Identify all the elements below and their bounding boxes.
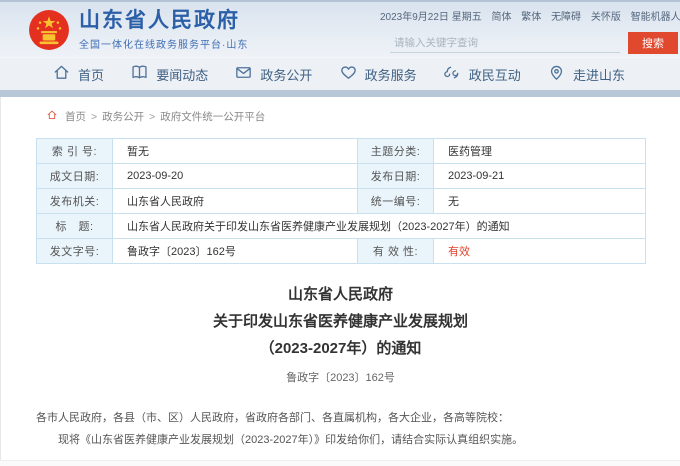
nav-label: 首页	[78, 65, 104, 84]
document-title: 山东省人民政府 关于印发山东省医养健康产业发展规划 （2023-2027年）的通…	[1, 281, 680, 362]
breadcrumb-gov-disclosure[interactable]: 政务公开	[102, 109, 144, 124]
breadcrumb-separator: >	[91, 111, 97, 123]
meta-label-category: 主题分类:	[358, 139, 434, 164]
meta-value-issuing-agency: 山东省人民政府	[113, 189, 358, 214]
page: 山东省人民政府 全国一体化在线政务服务平台·山东 2023年9月22日 星期五 …	[0, 0, 680, 466]
search-input[interactable]	[390, 33, 620, 53]
document-number: 鲁政字〔2023〕162号	[1, 369, 680, 385]
document-title-line2: 关于印发山东省医养健康产业发展规划	[1, 308, 680, 335]
meta-label-doc-number: 发文字号:	[37, 239, 113, 264]
home-icon	[46, 109, 65, 124]
meta-value-written-date: 2023-09-20	[113, 164, 358, 189]
document-title-line3: （2023-2027年）的通知	[1, 335, 680, 362]
breadcrumb-separator: >	[149, 111, 155, 123]
breadcrumb-current: 政府文件统一公开平台	[160, 109, 265, 124]
meta-value-publish-date: 2023-09-21	[434, 164, 646, 189]
site-header: 山东省人民政府 全国一体化在线政务服务平台·山东 2023年9月22日 星期五 …	[0, 0, 680, 57]
nav-item-about-shandong[interactable]: 走进山东	[547, 63, 625, 85]
breadcrumb: 首页 > 政务公开 > 政府文件统一公开平台	[1, 97, 680, 124]
table-row: 成文日期: 2023-09-20 发布日期: 2023-09-21	[37, 164, 646, 189]
search-bar: 搜索	[380, 32, 678, 54]
nav-label: 政务公开	[260, 65, 312, 84]
nav-item-gov-services[interactable]: 政务服务	[339, 63, 417, 85]
top-links: 2023年9月22日 星期五 简体 繁体 无障碍 关怀版 智能机器人 登录 注	[380, 8, 678, 23]
table-row: 索 引 号: 暂无 主题分类: 医药管理	[37, 139, 646, 164]
search-button[interactable]: 搜索	[628, 32, 678, 54]
breadcrumb-home[interactable]: 首页	[65, 109, 86, 124]
document-meta-table: 索 引 号: 暂无 主题分类: 医药管理 成文日期: 2023-09-20 发布…	[36, 138, 646, 264]
link-simplified[interactable]: 简体	[492, 12, 512, 23]
nav-label: 政民互动	[469, 65, 521, 84]
link-care-version[interactable]: 关怀版	[591, 12, 621, 23]
brand-block: 山东省人民政府 全国一体化在线政务服务平台·山东	[79, 9, 248, 51]
meta-value-index: 暂无	[113, 139, 358, 164]
nav-item-gov-disclosure[interactable]: 政务公开	[234, 63, 312, 85]
site-subtitle: 全国一体化在线政务服务平台·山东	[79, 36, 248, 51]
content-area: 首页 > 政务公开 > 政府文件统一公开平台 索 引 号: 暂无 主题分类: 医…	[0, 97, 680, 466]
link-accessibility[interactable]: 无障碍	[551, 12, 581, 23]
meta-label-written-date: 成文日期:	[37, 164, 113, 189]
document-paragraph: 各市人民政府，各县（市、区）人民政府，省政府各部门、各直属机构，各大企业，各高等…	[36, 407, 645, 429]
nav-separator	[0, 90, 680, 97]
nav-item-news[interactable]: 要闻动态	[130, 63, 208, 85]
site-title: 山东省人民政府	[79, 9, 248, 33]
mail-icon	[234, 63, 260, 85]
table-row: 发布机关: 山东省人民政府 统一编号: 无	[37, 189, 646, 214]
link-traditional[interactable]: 繁体	[521, 12, 541, 23]
link-chatbot[interactable]: 智能机器人	[631, 12, 680, 23]
nav-label: 走进山东	[573, 65, 625, 84]
table-row: 标 题: 山东省人民政府关于印发山东省医养健康产业发展规划（2023-2027年…	[37, 214, 646, 239]
meta-value-unified-number: 无	[434, 189, 646, 214]
meta-value-doc-number: 鲁政字〔2023〕162号	[113, 239, 358, 264]
home-icon	[52, 63, 78, 85]
nav-item-interaction[interactable]: 政民互动	[443, 63, 521, 85]
meta-label-unified-number: 统一编号:	[358, 189, 434, 214]
meta-label-issuing-agency: 发布机关:	[37, 189, 113, 214]
location-icon	[547, 63, 573, 85]
table-row: 发文字号: 鲁政字〔2023〕162号 有 效 性: 有效	[37, 239, 646, 264]
meta-label-index: 索 引 号:	[37, 139, 113, 164]
meta-value-validity: 有效	[434, 239, 646, 264]
header-utilities: 2023年9月22日 星期五 简体 繁体 无障碍 关怀版 智能机器人 登录 注 …	[380, 8, 680, 54]
main-nav: 首页 要闻动态 政务公开 政务服务 政民互动 走进山东	[0, 57, 680, 90]
meta-label-title: 标 题:	[37, 214, 113, 239]
meta-label-validity: 有 效 性:	[358, 239, 434, 264]
meta-label-publish-date: 发布日期:	[358, 164, 434, 189]
nav-item-home[interactable]: 首页	[52, 63, 104, 85]
meta-value-category: 医药管理	[434, 139, 646, 164]
national-emblem-icon[interactable]	[28, 9, 70, 51]
dialog-icon	[443, 63, 469, 85]
heart-icon	[339, 63, 365, 85]
current-date: 2023年9月22日 星期五	[380, 12, 482, 23]
page-bottom-strip	[0, 460, 680, 466]
document-paragraph: 现将《山东省医养健康产业发展规划（2023-2027年）》印发给你们，请结合实际…	[36, 429, 645, 451]
document-body: 各市人民政府，各县（市、区）人民政府，省政府各部门、各直属机构，各大企业，各高等…	[36, 407, 645, 451]
nav-label: 要闻动态	[156, 65, 208, 84]
news-icon	[130, 63, 156, 85]
meta-value-title: 山东省人民政府关于印发山东省医养健康产业发展规划（2023-2027年）的通知	[113, 214, 646, 239]
document-title-line1: 山东省人民政府	[1, 281, 680, 308]
nav-label: 政务服务	[365, 65, 417, 84]
